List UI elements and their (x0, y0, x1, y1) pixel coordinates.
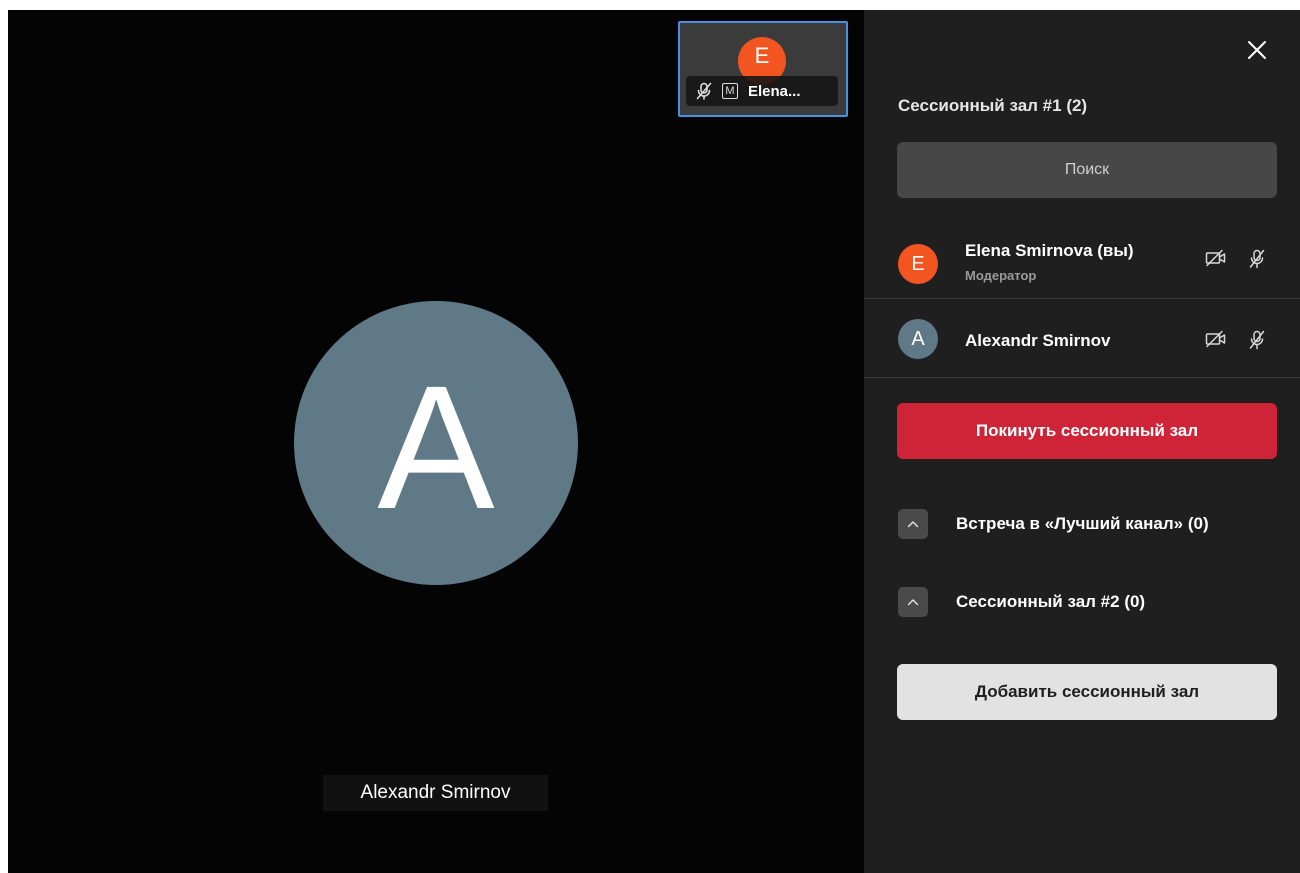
room-label: Сессионный зал #2 (0) (956, 592, 1146, 611)
participant-avatar: E (898, 244, 938, 284)
chevron-up-icon (907, 521, 919, 528)
self-video-thumbnail[interactable]: E M Elena... (678, 21, 848, 117)
camera-off-icon[interactable] (1205, 249, 1227, 267)
mic-off-icon[interactable] (1249, 249, 1265, 269)
camera-off-icon[interactable] (1205, 330, 1227, 348)
breakout-room-row[interactable]: Встреча в «Лучший канал» (0) (898, 509, 1209, 539)
participant-name: Alexandr Smirnov (965, 331, 1111, 350)
participant-role: Модератор (965, 268, 1037, 283)
participant-avatar: A (898, 319, 938, 359)
participant-row[interactable]: E Elena Smirnova (вы) Модератор (864, 221, 1300, 299)
participant-name: Elena Smirnova (вы) (965, 241, 1134, 260)
main-video-area: A Alexandr Smirnov E M Elena... (8, 10, 864, 873)
room-label: Встреча в «Лучший канал» (0) (956, 514, 1209, 533)
speaker-avatar: A (294, 301, 578, 585)
speaker-name-label: Alexandr Smirnov (323, 775, 548, 811)
mic-off-icon[interactable] (1249, 330, 1265, 350)
speaker-avatar-initial: A (377, 350, 495, 546)
thumbnail-status-bar: M Elena... (686, 76, 838, 106)
expand-room-button[interactable] (898, 587, 928, 617)
search-input[interactable]: Поиск (897, 142, 1277, 198)
moderator-badge: M (722, 83, 738, 99)
thumbnail-name: Elena... (748, 82, 801, 100)
breakout-room-row[interactable]: Сессионный зал #2 (0) (898, 587, 1145, 617)
breakout-rooms-panel: Сессионный зал #1 (2) Поиск E Elena Smir… (864, 10, 1300, 873)
add-breakout-room-button[interactable]: Добавить сессионный зал (897, 664, 1277, 720)
chevron-up-icon (907, 599, 919, 606)
participant-row[interactable]: A Alexandr Smirnov (864, 300, 1300, 378)
room-title: Сессионный зал #1 (2) (898, 96, 1088, 115)
close-icon (1248, 41, 1266, 59)
mic-off-icon (696, 82, 712, 100)
close-button[interactable] (1242, 35, 1272, 65)
expand-room-button[interactable] (898, 509, 928, 539)
leave-breakout-room-button[interactable]: Покинуть сессионный зал (897, 403, 1277, 459)
